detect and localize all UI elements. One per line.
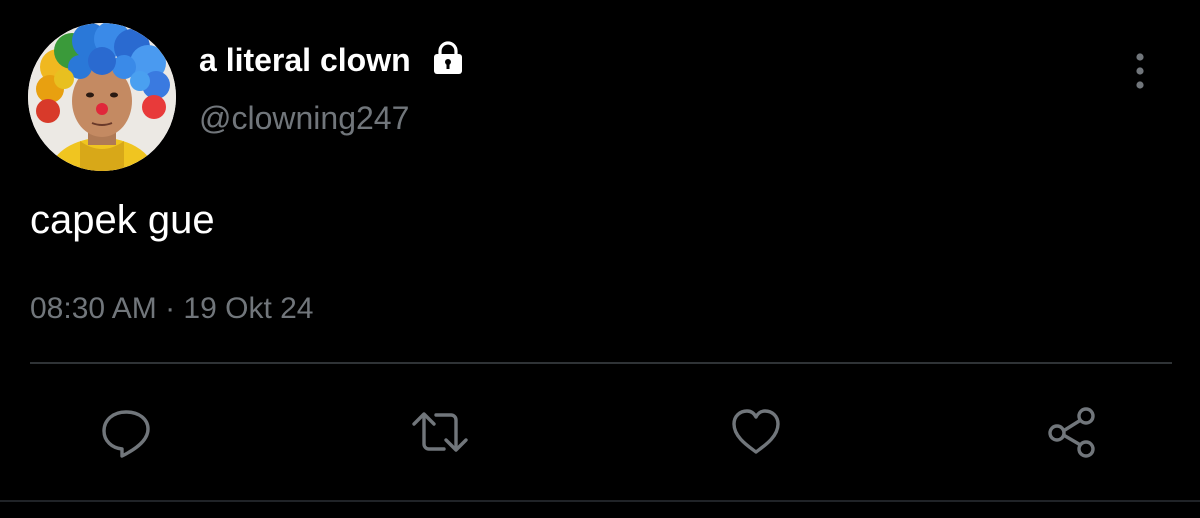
heart-icon	[732, 409, 780, 454]
lock-icon	[430, 40, 466, 76]
tweet-text: capek gue	[30, 198, 215, 242]
share-button[interactable]	[1042, 402, 1102, 462]
avatar[interactable]	[28, 23, 176, 171]
more-vertical-icon[interactable]	[1120, 50, 1160, 92]
tweet: a literal clown @clowning247 capek gue 0…	[0, 0, 1200, 518]
retweet-icon	[412, 412, 468, 452]
clown-wig-avatar	[28, 23, 176, 171]
reply-button[interactable]	[96, 402, 156, 462]
reply-icon	[102, 410, 150, 458]
user-handle[interactable]: @clowning247	[199, 98, 409, 138]
display-name[interactable]: a literal clown	[199, 40, 411, 80]
like-button[interactable]	[726, 402, 786, 462]
retweet-button[interactable]	[410, 402, 470, 462]
share-icon	[1048, 407, 1095, 458]
tweet-timestamp[interactable]: 08:30 AM · 19 Okt 24	[30, 290, 314, 328]
divider	[30, 362, 1172, 364]
bottom-divider	[0, 500, 1200, 502]
